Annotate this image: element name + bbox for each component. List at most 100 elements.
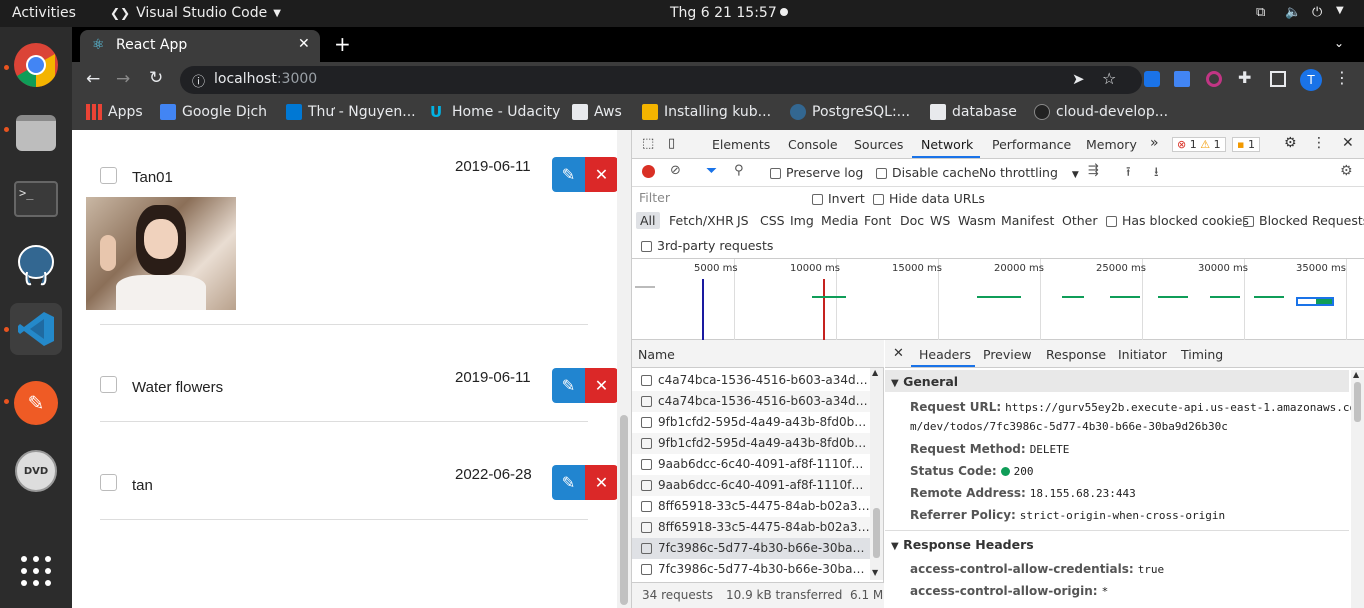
tab-performance[interactable]: Performance: [992, 137, 1071, 152]
request-row[interactable]: 7fc3986c-5d77-4b30-b66e-30ba9d26b...: [632, 559, 870, 580]
filter-js[interactable]: JS: [737, 213, 749, 228]
scroll-up-icon[interactable]: ▲: [1353, 370, 1359, 379]
request-row[interactable]: 9aab6dcc-6c40-4091-af8f-1110f59f6a6: [632, 475, 870, 496]
bookmark-folder-database[interactable]: database: [930, 104, 1017, 120]
more-tabs-icon[interactable]: »: [1150, 135, 1159, 151]
todo-checkbox[interactable]: [100, 376, 117, 393]
settings-gear-icon[interactable]: ⚙: [1284, 135, 1297, 151]
postgresql-dock-icon[interactable]: [10, 239, 62, 291]
send-tab-icon[interactable]: ➤: [1072, 70, 1085, 88]
tab-memory[interactable]: Memory: [1086, 137, 1137, 152]
throttling-select[interactable]: No throttling ▼: [979, 165, 1079, 180]
inspect-element-icon[interactable]: ⬚: [642, 136, 654, 151]
todo-checkbox[interactable]: [100, 167, 117, 184]
disable-cache-checkbox[interactable]: Disable cache: [876, 165, 979, 180]
page-scrollbar[interactable]: [617, 130, 631, 608]
request-row-selected[interactable]: 7fc3986c-5d77-4b30-b66e-30ba9d26b...: [632, 538, 870, 559]
record-icon[interactable]: [642, 165, 655, 178]
detail-scrollbar[interactable]: ▲: [1351, 370, 1364, 608]
tab-console[interactable]: Console: [788, 137, 838, 152]
third-party-checkbox[interactable]: 3rd-party requests: [641, 238, 773, 253]
tab-react-app[interactable]: ⚛ React App ✕: [80, 30, 320, 62]
clock[interactable]: Thg 6 21 15:57: [670, 5, 777, 21]
address-bar[interactable]: ⓘ localhost:3000 ➤ ☆: [180, 66, 1142, 94]
power-icon[interactable]: ⏻: [1312, 5, 1322, 20]
filter-doc[interactable]: Doc: [900, 213, 924, 228]
scroll-up-icon[interactable]: ▲: [872, 368, 878, 377]
delete-todo-button[interactable]: ✕: [585, 368, 617, 403]
filter-input[interactable]: Filter: [636, 189, 800, 207]
filter-manifest[interactable]: Manifest: [1001, 213, 1054, 228]
filter-funnel-icon[interactable]: ⏷: [706, 163, 717, 179]
extension-droplet-icon[interactable]: [1144, 71, 1160, 87]
app-menu[interactable]: ❮❯ Visual Studio Code ▼: [110, 5, 281, 21]
edit-todo-button[interactable]: ✎: [552, 465, 585, 500]
network-conditions-icon[interactable]: ⇶: [1088, 163, 1099, 178]
network-icon[interactable]: ⧉: [1256, 5, 1265, 20]
forward-arrow-icon[interactable]: →: [116, 69, 130, 89]
filter-other[interactable]: Other: [1062, 213, 1098, 228]
filter-media[interactable]: Media: [821, 213, 859, 228]
filter-img[interactable]: Img: [790, 213, 814, 228]
import-har-icon[interactable]: ⭱: [1126, 163, 1131, 185]
search-icon[interactable]: ⚲: [734, 163, 744, 178]
bookmark-postgresql[interactable]: PostgreSQL:...: [790, 104, 910, 120]
request-row[interactable]: 9fb1cfd2-595d-4a49-a43b-8fd0b0ae5...: [632, 412, 870, 433]
bookmark-udacity[interactable]: U Home - Udacity: [430, 104, 560, 120]
files-dock-icon[interactable]: [10, 107, 62, 159]
terminal-dock-icon[interactable]: >_: [10, 173, 62, 225]
extension-ring-icon[interactable]: [1206, 71, 1222, 87]
google-translate-icon[interactable]: [1174, 71, 1190, 87]
edit-todo-button[interactable]: ✎: [552, 157, 585, 192]
tab-headers[interactable]: Headers: [919, 347, 971, 362]
volume-icon[interactable]: 🔈: [1285, 5, 1301, 20]
close-tab-icon[interactable]: ✕: [298, 36, 310, 52]
network-overview-timeline[interactable]: 5000 ms 10000 ms 15000 ms 20000 ms 25000…: [632, 258, 1364, 341]
close-devtools-icon[interactable]: ✕: [1342, 135, 1354, 151]
request-row[interactable]: 8ff65918-33c5-4475-84ab-b02a359f9c...: [632, 496, 870, 517]
issues-badge[interactable]: ▪ 1: [1232, 137, 1260, 152]
blocked-requests-checkbox[interactable]: Blocked Requests: [1243, 213, 1364, 228]
general-section-header[interactable]: ▼ General: [885, 370, 1349, 392]
scrollbar-thumb[interactable]: [1354, 382, 1361, 422]
delete-todo-button[interactable]: ✕: [585, 465, 617, 500]
request-list-scrollbar[interactable]: ▲ ▼: [870, 368, 883, 580]
request-row[interactable]: 9aab6dcc-6c40-4091-af8f-1110f59f6a6: [632, 454, 870, 475]
scroll-down-icon[interactable]: ▼: [872, 568, 878, 577]
request-row[interactable]: c4a74bca-1536-4516-b603-a34da55ff...: [632, 370, 870, 391]
clear-icon[interactable]: ⊘: [670, 163, 681, 178]
bookmark-cloud-develop[interactable]: cloud-develop...: [1034, 104, 1168, 120]
system-menu-chevron-icon[interactable]: ▼: [1336, 5, 1344, 16]
tab-network[interactable]: Network: [921, 137, 973, 152]
back-arrow-icon[interactable]: ←: [86, 69, 100, 89]
chrome-dock-icon[interactable]: [10, 39, 62, 91]
bookmark-outlook[interactable]: Thư - Nguyen...: [286, 104, 416, 120]
bookmark-star-icon[interactable]: ☆: [1102, 69, 1116, 88]
tab-initiator[interactable]: Initiator: [1118, 347, 1167, 362]
postman-dock-icon[interactable]: ✎: [10, 377, 62, 429]
tab-elements[interactable]: Elements: [712, 137, 770, 152]
dvd-dock-icon[interactable]: DVD: [10, 445, 62, 497]
request-row[interactable]: 8ff65918-33c5-4475-84ab-b02a359f9c...: [632, 517, 870, 538]
filter-font[interactable]: Font: [864, 213, 891, 228]
close-detail-icon[interactable]: ✕: [893, 346, 904, 361]
bookmark-folder-aws[interactable]: Aws: [572, 104, 622, 120]
device-toolbar-icon[interactable]: ▯: [668, 136, 675, 151]
page-scrollbar-thumb[interactable]: [620, 415, 628, 605]
filter-ws[interactable]: WS: [930, 213, 950, 228]
tab-response[interactable]: Response: [1046, 347, 1106, 362]
has-blocked-cookies-checkbox[interactable]: Has blocked cookies: [1106, 213, 1249, 228]
show-applications-icon[interactable]: [10, 545, 62, 597]
request-row[interactable]: c4a74bca-1536-4516-b603-a34da55ff...: [632, 391, 870, 412]
export-har-icon[interactable]: ⭳: [1154, 163, 1159, 185]
request-row[interactable]: 9fb1cfd2-595d-4a49-a43b-8fd0b0ae5...: [632, 433, 870, 454]
extensions-puzzle-icon[interactable]: ✚: [1238, 68, 1251, 87]
filter-wasm[interactable]: Wasm: [958, 213, 996, 228]
kebab-menu-icon[interactable]: ⋮: [1312, 135, 1326, 151]
bookmark-apps[interactable]: Apps: [86, 104, 143, 120]
reload-icon[interactable]: ↻: [149, 68, 163, 88]
response-headers-section-header[interactable]: ▼ Response Headers: [891, 537, 1034, 552]
todo-checkbox[interactable]: [100, 474, 117, 491]
filter-css[interactable]: CSS: [760, 213, 785, 228]
bookmark-installing-kub[interactable]: Installing kub...: [642, 104, 771, 120]
